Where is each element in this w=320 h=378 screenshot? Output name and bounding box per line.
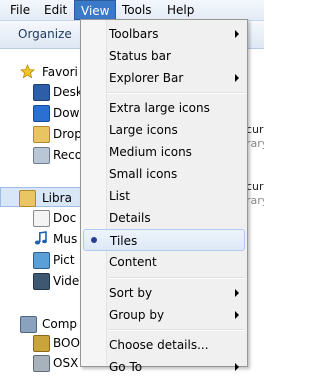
nav-libraries-label: Libra <box>42 191 72 205</box>
nav-videos-label: Vide <box>53 274 80 288</box>
music-note-icon <box>33 231 48 246</box>
folder-icon <box>33 126 50 143</box>
menu-item-list[interactable]: List <box>83 185 245 207</box>
nav-recent-label: Reco <box>53 148 83 162</box>
menu-help[interactable]: Help <box>161 0 200 20</box>
menu-tools[interactable]: Tools <box>116 0 158 20</box>
nav-dropbox-label: Drop <box>53 127 82 141</box>
nav-downloads[interactable]: Dow <box>0 103 83 123</box>
nav-computer-label: Comp <box>42 317 78 331</box>
submenu-arrow-icon <box>235 289 239 297</box>
menu-item-label: List <box>109 189 130 203</box>
submenu-arrow-icon <box>235 30 239 38</box>
nav-drive-1[interactable]: BOO <box>0 333 83 353</box>
menu-item-small-icons[interactable]: Small icons <box>83 163 245 185</box>
menu-item-large-icons[interactable]: Large icons <box>83 119 245 141</box>
nav-music[interactable]: Mus <box>0 229 83 249</box>
menu-item-label: Toolbars <box>109 27 159 41</box>
submenu-arrow-icon <box>235 363 239 371</box>
star-icon <box>19 63 36 79</box>
menu-item-toolbars[interactable]: Toolbars <box>83 23 245 45</box>
menu-item-group-by[interactable]: Group by <box>83 304 245 326</box>
nav-dropbox[interactable]: Drop <box>0 124 83 144</box>
menu-separator <box>108 92 245 94</box>
menu-separator <box>108 329 245 331</box>
nav-favorites[interactable]: Favori <box>0 62 83 82</box>
nav-downloads-label: Dow <box>53 106 80 120</box>
library-icon <box>19 190 36 207</box>
menu-separator <box>108 277 245 279</box>
view-menu: Toolbars Status bar Explorer Bar Extra l… <box>80 19 248 374</box>
recent-places-icon <box>33 147 50 164</box>
nav-computer[interactable]: Comp <box>0 314 83 334</box>
submenu-arrow-icon <box>235 311 239 319</box>
nav-desktop[interactable]: Desk <box>0 82 83 102</box>
nav-videos[interactable]: Vide <box>0 271 83 291</box>
content-item-subtitle: rary <box>246 194 264 207</box>
menu-item-label: Large icons <box>109 123 178 137</box>
menu-item-label: Tiles <box>110 234 138 248</box>
download-icon <box>33 105 50 122</box>
radio-selected-icon <box>91 237 97 243</box>
menu-view[interactable]: View <box>74 0 116 20</box>
organize-button[interactable]: Organize <box>18 27 72 41</box>
desktop-icon <box>33 84 50 101</box>
nav-recent[interactable]: Reco <box>0 145 83 165</box>
menu-item-details[interactable]: Details <box>83 207 245 229</box>
menu-item-label: Medium icons <box>109 145 192 159</box>
menu-item-label: Go To <box>109 360 143 374</box>
menu-item-extra-large-icons[interactable]: Extra large icons <box>83 97 245 119</box>
nav-pictures-label: Pict <box>53 253 75 267</box>
menu-item-tiles[interactable]: Tiles <box>83 229 245 251</box>
nav-documents[interactable]: Doc <box>0 208 83 228</box>
computer-icon <box>20 316 37 333</box>
navigation-pane: Favori Desk Dow Drop Reco Libra Doc Mus … <box>0 49 83 372</box>
menu-item-label: Status bar <box>109 49 171 63</box>
picture-icon <box>33 252 50 269</box>
menu-item-label: Extra large icons <box>109 101 210 115</box>
nav-drive-2[interactable]: OSX <box>0 353 83 373</box>
menu-edit[interactable]: Edit <box>38 0 73 20</box>
menu-item-label: Small icons <box>109 167 178 181</box>
nav-desktop-label: Desk <box>53 85 83 99</box>
menu-file[interactable]: File <box>4 0 36 20</box>
video-icon <box>33 273 50 290</box>
drive-icon <box>33 335 50 352</box>
menu-item-label: Explorer Bar <box>109 71 184 85</box>
nav-favorites-label: Favori <box>42 65 78 79</box>
drive-icon <box>33 355 50 372</box>
nav-documents-label: Doc <box>53 211 77 225</box>
menu-item-label: Details <box>109 211 151 225</box>
menu-item-label: Sort by <box>109 286 153 300</box>
menu-item-label: Group by <box>109 308 165 322</box>
menu-item-label: Choose details... <box>109 338 209 352</box>
menu-item-choose-details[interactable]: Choose details... <box>83 334 245 356</box>
content-item-subtitle: rary <box>246 137 264 150</box>
nav-drive-1-label: BOO <box>53 336 80 350</box>
content-item-title[interactable]: cur <box>246 123 264 136</box>
menu-item-sort-by[interactable]: Sort by <box>83 282 245 304</box>
content-item-title[interactable]: cur <box>246 180 264 193</box>
nav-libraries[interactable]: Libra <box>0 187 83 207</box>
menu-item-label: Content <box>109 255 157 269</box>
nav-music-label: Mus <box>53 232 78 246</box>
menu-item-status-bar[interactable]: Status bar <box>83 45 245 67</box>
document-icon <box>33 210 50 227</box>
menu-item-content[interactable]: Content <box>83 251 245 273</box>
submenu-arrow-icon <box>235 74 239 82</box>
menu-bar: File Edit View Tools Help <box>0 0 264 21</box>
nav-pictures[interactable]: Pict <box>0 250 83 270</box>
menu-item-explorer-bar[interactable]: Explorer Bar <box>83 67 245 89</box>
nav-drive-2-label: OSX <box>53 356 79 370</box>
menu-item-go-to[interactable]: Go To <box>83 356 245 378</box>
menu-item-medium-icons[interactable]: Medium icons <box>83 141 245 163</box>
